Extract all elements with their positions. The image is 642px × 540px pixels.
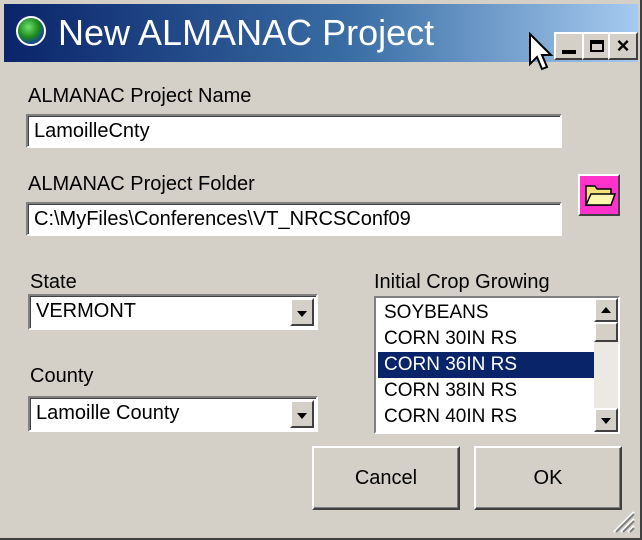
project-name-label: ALMANAC Project Name bbox=[28, 85, 252, 107]
close-button[interactable]: × bbox=[608, 32, 638, 60]
maximize-icon bbox=[590, 40, 604, 52]
crop-scrollbar[interactable] bbox=[594, 298, 618, 432]
project-folder-input[interactable]: C:\MyFiles\Conferences\VT_NRCSConf09 bbox=[26, 202, 562, 236]
new-project-dialog: New ALMANAC Project × ALMANAC Project Na… bbox=[0, 0, 642, 540]
list-item-selected[interactable]: CORN 36IN RS bbox=[378, 352, 594, 378]
project-name-input[interactable]: LamoilleCnty bbox=[26, 114, 562, 148]
ok-button[interactable]: OK bbox=[474, 446, 622, 510]
cancel-button[interactable]: Cancel bbox=[312, 446, 460, 510]
scroll-up-icon[interactable] bbox=[594, 298, 618, 322]
crop-listbox[interactable]: SOYBEANS CORN 30IN RS CORN 36IN RS CORN … bbox=[374, 296, 620, 434]
title-bar[interactable]: New ALMANAC Project × bbox=[4, 4, 638, 71]
minimize-icon bbox=[562, 50, 576, 54]
list-item[interactable]: SOYBEANS bbox=[378, 300, 594, 326]
project-folder-label: ALMANAC Project Folder bbox=[28, 173, 255, 195]
state-dropdown-arrow-icon[interactable] bbox=[290, 298, 314, 326]
state-label: State bbox=[30, 271, 77, 293]
county-dropdown[interactable]: Lamoille County bbox=[28, 396, 318, 432]
scroll-down-icon[interactable] bbox=[594, 408, 618, 432]
list-item[interactable]: CORN 38IN RS bbox=[378, 378, 594, 404]
globe-icon bbox=[16, 16, 46, 46]
browse-folder-button[interactable] bbox=[578, 174, 620, 216]
resize-grip-icon[interactable] bbox=[610, 508, 636, 534]
crop-label: Initial Crop Growing bbox=[374, 271, 550, 293]
mouse-pointer-icon bbox=[529, 32, 554, 71]
minimize-button[interactable] bbox=[554, 32, 584, 60]
scroll-thumb[interactable] bbox=[594, 322, 618, 342]
close-icon: × bbox=[616, 33, 630, 58]
window-title: New ALMANAC Project bbox=[58, 12, 435, 53]
folder-open-icon bbox=[584, 185, 617, 206]
county-value: Lamoille County bbox=[36, 402, 180, 424]
county-dropdown-arrow-icon[interactable] bbox=[290, 400, 314, 428]
county-label: County bbox=[30, 365, 94, 387]
list-item[interactable]: CORN 30IN RS bbox=[378, 326, 594, 352]
list-item[interactable]: CORN 40IN RS bbox=[378, 404, 594, 430]
state-dropdown[interactable]: VERMONT bbox=[28, 294, 318, 330]
state-value: VERMONT bbox=[36, 300, 136, 322]
